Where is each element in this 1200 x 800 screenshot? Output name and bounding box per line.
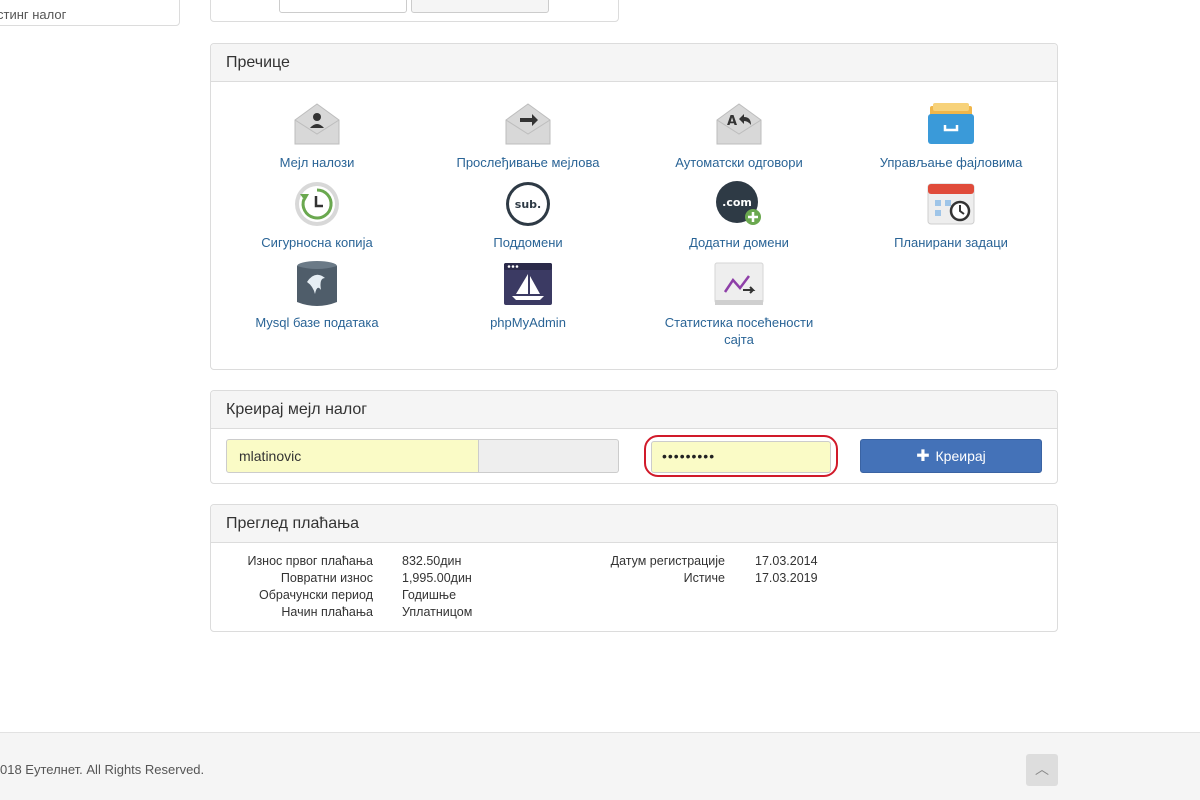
file-manager-icon (928, 103, 974, 144)
shortcut-label: Управљање фајловима (879, 155, 1023, 170)
top-select[interactable] (279, 0, 407, 13)
billing-value: 17.03.2019 (755, 571, 818, 585)
shortcut-label: phpMyAdmin (490, 315, 566, 330)
shortcut-mysql-databases[interactable]: Mysql базе података (227, 260, 407, 331)
mail-password-input[interactable]: ••••••••• (651, 441, 831, 473)
backup-icon (295, 182, 339, 226)
sidebar-panel: стинг налог (0, 0, 180, 26)
mysql-database-icon (297, 261, 337, 306)
billing-label: Износ првог плаћања (247, 554, 373, 568)
shortcut-label: Мејл налози (279, 155, 355, 170)
shortcut-label: Сигурносна копија (261, 235, 373, 250)
mail-account-icon (294, 103, 340, 145)
shortcut-autoresponders[interactable]: A Аутоматски одговори (649, 100, 829, 171)
shortcut-mail-forwarding[interactable]: Прослеђивање мејлова (438, 100, 618, 171)
shortcuts-panel: Пречице Мејл налози Прослеђивање мејлова (210, 43, 1058, 370)
copyright-text: 018 Еутелнет. All Rights Reserved. (0, 762, 205, 777)
billing-title: Преглед плаћања (211, 505, 1057, 543)
shortcut-label: Mysql базе података (255, 315, 379, 330)
billing-value: 832.50дин (402, 554, 462, 568)
billing-value: 17.03.2014 (755, 554, 818, 568)
cron-calendar-icon (927, 183, 975, 225)
billing-label: Датум регистрације (610, 554, 725, 568)
shortcut-phpmyadmin[interactable]: phpMyAdmin (438, 260, 618, 331)
billing-value: Уплатницом (402, 605, 473, 619)
billing-label: Истиче (683, 571, 725, 585)
shortcut-mail-accounts[interactable]: Мејл налози (227, 100, 407, 171)
shortcut-label: Планирани задаци (894, 235, 1008, 250)
back-to-top-button[interactable]: ︿ (1026, 754, 1058, 786)
billing-value: Годишње (402, 588, 457, 602)
sidebar-item-hosting-account[interactable]: стинг налог (0, 7, 66, 22)
shortcut-label: Поддомени (493, 235, 563, 250)
addon-domain-icon: .com (716, 181, 761, 225)
billing-label: Обрачунски период (259, 588, 373, 602)
shortcuts-grid: Мејл налози Прослеђивање мејлова A Аутом… (211, 82, 1057, 370)
billing-panel: Преглед плаћања Износ првог плаћања 832.… (210, 504, 1058, 632)
shortcut-subdomains[interactable]: sub. Поддомени (438, 180, 618, 251)
shortcut-label: Додатни домени (689, 235, 789, 250)
addon-domain-icon-text: .com (722, 196, 752, 209)
create-mail-title: Креирај мејл налог (211, 391, 1057, 429)
plus-icon: ✚ (916, 448, 930, 465)
shortcut-label: Аутоматски одговори (675, 155, 803, 170)
top-panel-fragment (210, 0, 619, 22)
top-button[interactable] (411, 0, 549, 13)
shortcut-file-manager[interactable]: Управљање фајловима (861, 100, 1041, 171)
shortcut-cron-jobs[interactable]: Планирани задаци (861, 180, 1041, 251)
shortcut-site-statistics[interactable]: Статистика посећености сајта (649, 260, 829, 348)
create-mail-panel: Креирај мејл налог mlatinovic ••••••••• … (210, 390, 1058, 484)
shortcut-addon-domains[interactable]: .com Додатни домени (649, 180, 829, 251)
autoresponder-icon: A (716, 103, 762, 145)
shortcut-backup[interactable]: Сигурносна копија (227, 180, 407, 251)
create-mail-button-label: Креирај (935, 448, 986, 464)
subdomain-icon-text: sub. (515, 198, 541, 211)
shortcut-label: Прослеђивање мејлова (456, 155, 600, 170)
create-mail-button[interactable]: ✚ Креирај (860, 439, 1042, 473)
mail-forward-icon (505, 103, 551, 145)
billing-label: Начин плаћања (281, 605, 373, 619)
chevron-up-icon: ︿ (1035, 761, 1049, 777)
svg-text:A: A (727, 114, 737, 129)
subdomain-icon: sub. (506, 182, 550, 226)
shortcuts-title: Пречице (211, 44, 1057, 82)
footer: 018 Еутелнет. All Rights Reserved. ︿ (0, 732, 1200, 800)
stats-chart-icon (714, 262, 764, 305)
billing-value: 1,995.00дин (402, 571, 472, 585)
mail-username-input[interactable]: mlatinovic (226, 439, 479, 473)
shortcut-label: Статистика посећености сајта (664, 315, 814, 347)
mail-domain-addon (479, 439, 619, 473)
billing-label: Повратни износ (280, 571, 373, 585)
phpmyadmin-icon (504, 263, 552, 305)
billing-details: Износ првог плаћања 832.50дин Повратни и… (211, 553, 1059, 633)
